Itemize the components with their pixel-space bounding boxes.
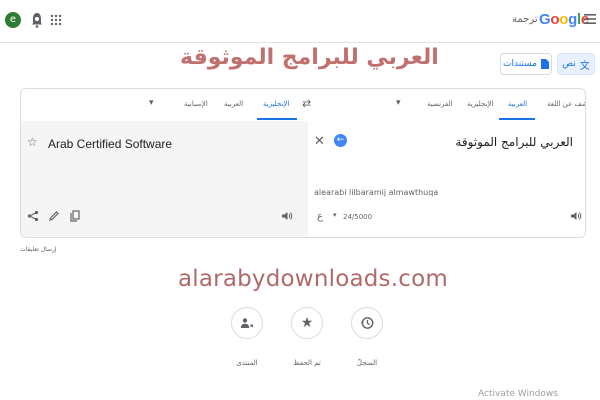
apps-grid-icon[interactable] (50, 14, 62, 26)
keyboard-dropdown-icon[interactable]: ▾ (333, 211, 337, 219)
site-watermark: alarabydownloads.com (178, 266, 448, 292)
document-icon (540, 59, 549, 69)
source-lang-french[interactable]: الفرنسية (427, 100, 453, 108)
send-feedback-link[interactable]: إرسال تعليقات (20, 246, 57, 253)
source-lang-selected-indicator (499, 118, 535, 120)
target-lang-spanish[interactable]: الإسبانية (184, 100, 208, 108)
translate-icon: 文 (579, 60, 590, 72)
target-lang-dropdown-icon[interactable]: ▾ (149, 98, 154, 108)
transliteration-text: alearabi lilbaramij almawthuqa (314, 188, 439, 197)
documents-mode-button[interactable]: مستندات (500, 53, 552, 75)
target-lang-selected-indicator (257, 118, 297, 120)
source-input-pane[interactable]: ✕ ← العربي للبرامج الموثوقة alearabi lil… (308, 121, 585, 237)
source-lang-english[interactable]: الإنجليزية (467, 100, 493, 108)
swap-languages-icon[interactable]: ⇄ (302, 97, 311, 110)
text-mode-button[interactable]: نص 文 (557, 53, 595, 75)
history-button[interactable] (351, 307, 383, 339)
saved-button[interactable]: ★ (291, 307, 323, 339)
source-lang-dropdown-icon[interactable]: ▾ (396, 98, 401, 108)
target-lang-english[interactable]: الإنجليزية (263, 100, 289, 108)
main-menu-icon[interactable] (584, 13, 596, 25)
listen-source-icon[interactable] (570, 210, 582, 222)
translator-panel: ▾ الإسبانية العربية الإنجليزية ⇄ ▾ الفرن… (20, 88, 586, 238)
share-icon[interactable] (27, 210, 39, 222)
overlay-headline: العربي للبرامج الموثوقة (180, 45, 439, 70)
saved-star-icon: ★ (300, 315, 314, 331)
account-avatar[interactable]: e (5, 12, 21, 28)
translation-output-pane: ☆ Arab Certified Software (21, 121, 309, 237)
source-lang-arabic[interactable]: العربية (508, 100, 527, 108)
app-name-label: ترجمة (512, 14, 538, 25)
detect-language-tab[interactable]: اكتشف عن اللغة (547, 100, 585, 108)
history-icon (360, 317, 374, 329)
language-bar: ▾ الإسبانية العربية الإنجليزية ⇄ ▾ الفرن… (21, 89, 585, 122)
source-text-input[interactable]: العربي للبرامج الموثوقة (455, 135, 573, 149)
edit-icon[interactable] (48, 210, 60, 222)
keyboard-language-indicator[interactable]: ع (317, 211, 323, 222)
listen-translation-icon[interactable] (281, 210, 293, 222)
star-icon[interactable]: ☆ (27, 135, 38, 149)
activate-windows-watermark: Activate Windows (478, 389, 558, 399)
character-counter: 24/5000 (343, 213, 373, 221)
community-label: المنتدى (236, 359, 258, 367)
translation-output-text: Arab Certified Software (48, 137, 173, 151)
google-logo[interactable]: Google (539, 11, 589, 28)
documents-mode-label: مستندات (503, 59, 537, 69)
saved-label: تم الحفظ (293, 359, 321, 367)
clear-text-icon[interactable]: ✕ (314, 134, 325, 149)
top-app-bar: e ترجمة Google (0, 0, 600, 43)
history-label: السجلّ (356, 359, 378, 367)
notifications-icon[interactable] (31, 12, 43, 28)
text-mode-label: نص (562, 59, 576, 69)
target-lang-arabic[interactable]: العربية (224, 100, 243, 108)
translate-arrow-icon[interactable]: ← (334, 134, 347, 147)
copy-icon[interactable] (69, 210, 81, 222)
community-button[interactable] (231, 307, 263, 339)
community-icon (240, 318, 254, 328)
